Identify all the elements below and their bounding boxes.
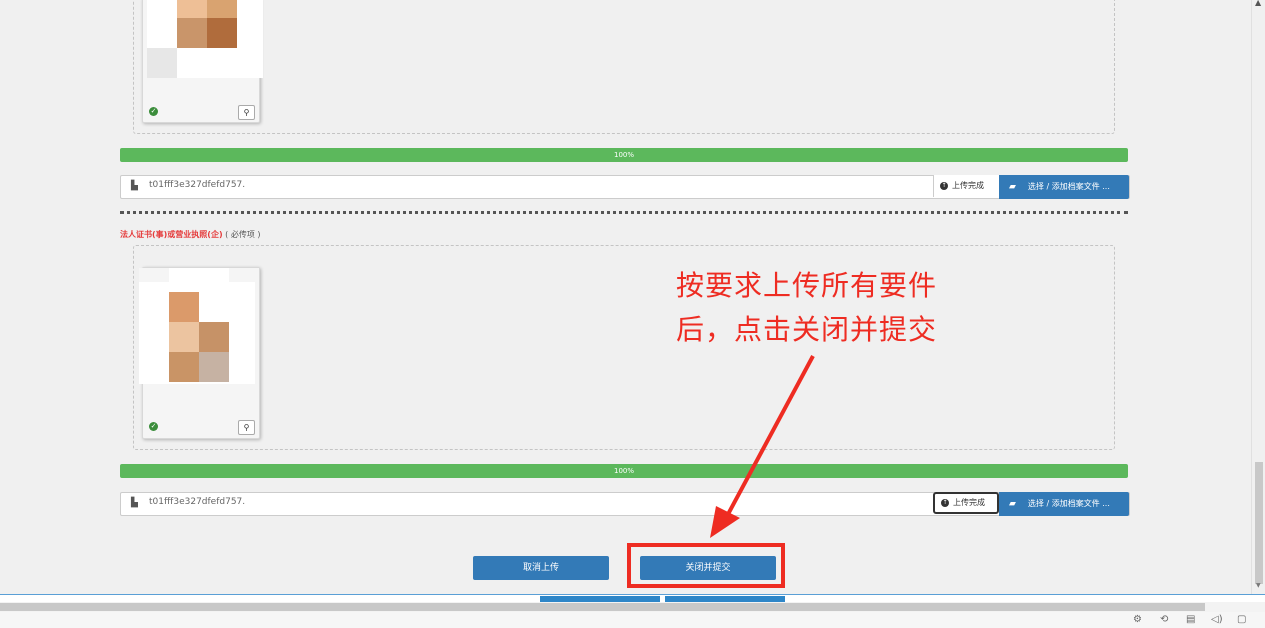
file-row: ▙ t01fff3e327dfefd757. ↑ 上传完成 ▰ 选择 / 添加档案文… — [120, 492, 1130, 516]
choose-file-button[interactable]: ▰ 选择 / 添加档案文件 ... — [999, 175, 1129, 199]
scrollbar-thumb[interactable] — [0, 603, 1205, 611]
choose-file-button[interactable]: ▰ 选择 / 添加档案文件 ... — [999, 492, 1129, 516]
file-row: ▙ t01fff3e327dfefd757. ↑ 上传完成 ▰ 选择 / 添加档案文… — [120, 175, 1130, 199]
check-icon: ✓ — [149, 107, 158, 116]
folder-open-icon: ▰ — [1009, 499, 1016, 509]
file-thumbnail-image — [147, 0, 263, 78]
horizontal-scrollbar[interactable] — [0, 602, 1265, 612]
file-icon: ▙ — [131, 498, 138, 508]
speaker-icon[interactable]: ◁) — [1211, 614, 1223, 625]
folder-open-icon: ▰ — [1009, 182, 1016, 192]
scroll-up-arrow-icon[interactable]: ▲ — [1255, 0, 1261, 7]
check-icon: ✓ — [149, 422, 158, 431]
upload-progress-bar: 100% — [120, 148, 1128, 162]
zoom-icon[interactable]: ⚲ — [238, 105, 255, 120]
file-name: t01fff3e327dfefd757. — [149, 180, 246, 190]
page-viewport: ✓ ⚲ 100% ▙ t01fff3e327dfefd757. ↑ 上传完成 ▰ 选… — [0, 0, 1251, 594]
required-label: 法人证书(事)或营业执照(企) — [120, 230, 223, 239]
annotation-arrow — [710, 355, 815, 538]
upload-icon: ↑ — [940, 181, 948, 190]
upload-progress-bar: 100% — [120, 464, 1128, 478]
settings-icon[interactable]: ⚙ — [1133, 614, 1142, 625]
file-thumbnail-card[interactable]: ✓ ⚲ — [139, 267, 260, 439]
zoom-icon[interactable]: ⚲ — [238, 420, 255, 435]
vertical-scrollbar[interactable]: ▲ ▼ — [1251, 0, 1265, 594]
scrollbar-thumb[interactable] — [1255, 462, 1263, 584]
cancel-upload-button[interactable]: 取消上传 — [473, 556, 609, 580]
annotation-text: 后，点击关闭并提交 — [676, 313, 938, 346]
system-tray: ⚙ ⟲ ▤ ◁) ▢ — [0, 612, 1265, 628]
file-icon: ▙ — [131, 181, 138, 191]
window-icon[interactable]: ▢ — [1237, 614, 1246, 625]
upload-status-button[interactable]: ↑ 上传完成 — [933, 492, 999, 514]
thumbnail-panel: ✓ ⚲ — [133, 245, 1115, 450]
scroll-down-arrow-icon[interactable]: ▼ — [1256, 582, 1261, 589]
section-divider — [120, 211, 1128, 214]
upload-status-button[interactable]: ↑ 上传完成 — [933, 175, 999, 197]
section-label: 法人证书(事)或营业执照(企) ( 必传项 ) — [120, 229, 261, 240]
upload-icon: ↑ — [941, 498, 949, 507]
annotation-text: 按要求上传所有要件 — [676, 269, 938, 302]
trash-icon[interactable]: ▤ — [1186, 614, 1195, 625]
file-thumbnail-image — [139, 268, 259, 384]
file-name: t01fff3e327dfefd757. — [149, 497, 246, 507]
required-hint: ( 必传项 ) — [225, 230, 261, 239]
highlight-box — [627, 543, 785, 588]
file-thumbnail-card[interactable]: ✓ ⚲ — [142, 0, 263, 123]
thumbnail-panel: ✓ ⚲ — [133, 0, 1115, 134]
sync-icon[interactable]: ⟲ — [1160, 614, 1168, 625]
